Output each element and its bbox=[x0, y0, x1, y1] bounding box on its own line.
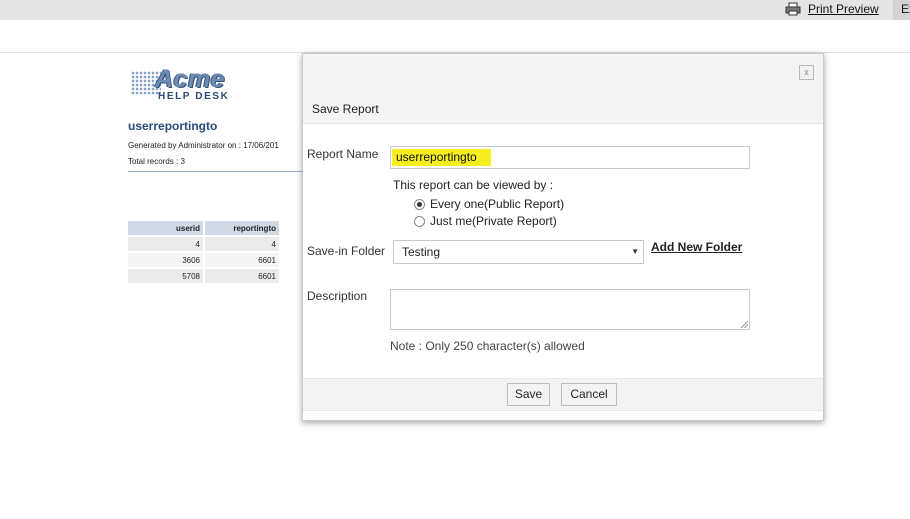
radio-button-public[interactable] bbox=[414, 198, 425, 210]
report-name-label: Report Name bbox=[307, 147, 379, 161]
radio-button-private[interactable] bbox=[414, 215, 425, 227]
save-report-dialog: x Save Report Report Name userreportingt… bbox=[302, 53, 824, 421]
logo-subtext: HELP DESK bbox=[158, 91, 230, 102]
report-name-input[interactable]: userreportingto bbox=[390, 146, 750, 169]
character-limit-note: Note : Only 250 character(s) allowed bbox=[390, 339, 585, 353]
cell-reportingto: 6601 bbox=[205, 253, 279, 267]
save-button[interactable]: Save bbox=[507, 383, 550, 406]
radio-selected-dot bbox=[417, 201, 422, 207]
table-row: 5708 6601 bbox=[128, 269, 279, 283]
print-preview-button[interactable]: Print Preview bbox=[785, 2, 879, 16]
acme-logo: Acme HELP DESK bbox=[131, 65, 241, 103]
cell-userid: 3606 bbox=[128, 253, 203, 267]
table-row: 4 4 bbox=[128, 237, 279, 251]
private-option-note: (Private Report) bbox=[472, 214, 557, 228]
export-link[interactable]: Ex bbox=[893, 0, 910, 20]
dialog-title-bar: Save Report bbox=[303, 95, 823, 124]
report-name-value: userreportingto bbox=[392, 149, 491, 166]
report-title: userreportingto bbox=[128, 119, 218, 133]
description-textarea[interactable] bbox=[390, 289, 750, 330]
public-option-note: (Public Report) bbox=[484, 197, 565, 211]
folder-select[interactable]: Testing ▼ bbox=[393, 240, 644, 264]
radio-public-report[interactable]: Every one (Public Report) bbox=[414, 197, 564, 211]
dropdown-arrow-icon: ▼ bbox=[631, 247, 639, 256]
dialog-footer: Save Cancel bbox=[303, 378, 823, 411]
private-option-label: Just me bbox=[430, 214, 473, 228]
dialog-title: Save Report bbox=[312, 102, 379, 116]
radio-private-report[interactable]: Just me (Private Report) bbox=[414, 214, 557, 228]
column-header-userid: userid bbox=[128, 221, 203, 235]
table-row: 3606 6601 bbox=[128, 253, 279, 267]
cell-reportingto: 4 bbox=[205, 237, 279, 251]
top-toolbar bbox=[0, 0, 910, 20]
report-divider bbox=[128, 171, 308, 172]
dialog-header: x bbox=[303, 54, 823, 96]
folder-selected-value: Testing bbox=[402, 245, 441, 259]
generated-by-text: Generated by Administrator on : 17/06/20… bbox=[128, 141, 279, 150]
cell-userid: 5708 bbox=[128, 269, 203, 283]
close-button[interactable]: x bbox=[799, 65, 814, 80]
viewed-by-label: This report can be viewed by : bbox=[393, 178, 554, 192]
logo-text: Acme bbox=[155, 65, 226, 93]
cell-reportingto: 6601 bbox=[205, 269, 279, 283]
print-preview-link[interactable]: Print Preview bbox=[808, 2, 879, 16]
add-new-folder-link[interactable]: Add New Folder bbox=[651, 240, 742, 254]
report-table: userid reportingto 4 4 3606 6601 5708 66… bbox=[126, 219, 281, 285]
cancel-button[interactable]: Cancel bbox=[561, 383, 617, 406]
cell-userid: 4 bbox=[128, 237, 203, 251]
public-option-label: Every one bbox=[430, 197, 485, 211]
printer-icon bbox=[785, 2, 801, 16]
description-label: Description bbox=[307, 289, 368, 303]
column-header-reportingto: reportingto bbox=[205, 221, 279, 235]
resize-handle-icon[interactable] bbox=[741, 321, 748, 328]
save-in-folder-label: Save-in Folder bbox=[307, 244, 386, 258]
total-records-text: Total records : 3 bbox=[128, 157, 185, 166]
